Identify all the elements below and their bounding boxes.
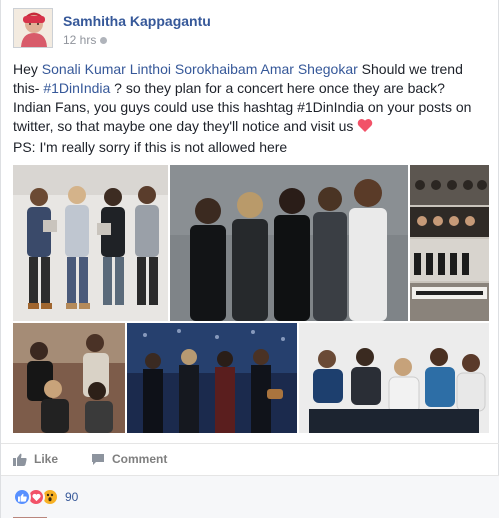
hashtag-link[interactable]: #1DinIndia: [43, 80, 110, 96]
text-segment: Hey: [13, 61, 42, 77]
public-audience-icon[interactable]: [100, 36, 108, 44]
post-text: Hey Sonali Kumar Linthoi Sorokhaibam Ama…: [13, 60, 489, 157]
post-text-line-3: Indian Fans, you guys could use this has…: [13, 99, 472, 115]
photo-5[interactable]: [127, 323, 297, 433]
post-text-line-4: twitter, so that maybe one day they'll n…: [13, 117, 489, 138]
photo-4[interactable]: [13, 323, 125, 433]
mention-link[interactable]: Amar Shegokar: [261, 61, 358, 77]
post-text-line-1: Hey Sonali Kumar Linthoi Sorokhaibam Ama…: [13, 60, 489, 79]
post-text-line-2: this- #1DinIndia ? so they plan for a co…: [13, 79, 489, 98]
text-segment: ? so they plan for a concert here once t…: [110, 80, 445, 96]
text-segment: Should we trend: [357, 61, 463, 77]
text-segment: this-: [13, 80, 44, 96]
post-footer: 90: [1, 475, 499, 518]
comment-button[interactable]: Comment: [91, 452, 167, 466]
author-name[interactable]: Samhitha Kappagantu: [63, 13, 211, 29]
post-actions: Like Comment: [1, 443, 499, 475]
reactions-summary[interactable]: 90: [13, 488, 78, 506]
comment-label[interactable]: Comment: [112, 452, 167, 466]
photo-3[interactable]: [410, 165, 489, 321]
like-button[interactable]: Like: [13, 452, 58, 466]
facebook-post: Samhitha Kappagantu 12 hrs Hey Sonali Ku…: [0, 0, 499, 518]
post-text-line-5: PS: I'm really sorry if this is not allo…: [13, 139, 288, 155]
like-label[interactable]: Like: [34, 452, 58, 466]
author-avatar[interactable]: [13, 8, 53, 48]
photo-1[interactable]: [13, 165, 168, 321]
photo-2[interactable]: [170, 165, 408, 321]
post-header: Samhitha Kappagantu 12 hrs: [13, 8, 483, 50]
mention-link[interactable]: Sonali Kumar: [42, 61, 126, 77]
like-reaction-icon: [13, 488, 31, 506]
thumbs-up-icon: [13, 453, 27, 466]
post-timestamp[interactable]: 12 hrs: [63, 33, 108, 47]
timestamp-text[interactable]: 12 hrs: [63, 33, 96, 47]
photo-collage: [13, 165, 489, 433]
heart-emoji-icon: [357, 118, 373, 138]
mention-link[interactable]: Linthoi Sorokhaibam: [130, 61, 258, 77]
text-segment: twitter, so that maybe one day they'll n…: [13, 118, 354, 134]
comment-icon: [92, 453, 104, 465]
reaction-count[interactable]: 90: [65, 490, 78, 504]
photo-6[interactable]: [299, 323, 489, 433]
